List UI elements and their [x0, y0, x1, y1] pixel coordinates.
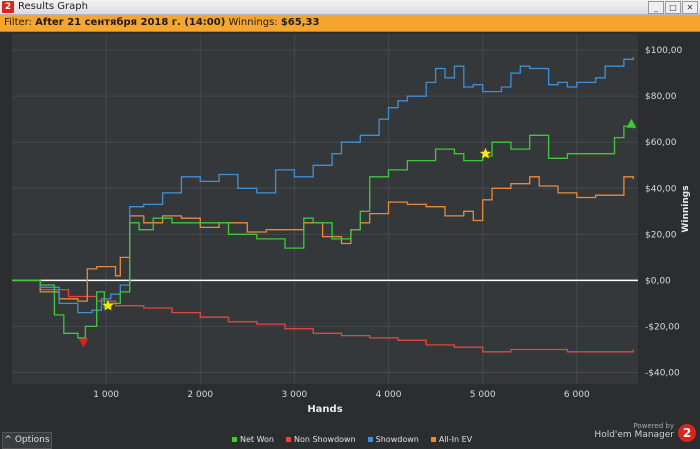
legend-swatch	[367, 437, 373, 442]
x-axis-title: Hands	[307, 404, 342, 415]
legend-swatch	[232, 437, 237, 442]
y-tick-label: $80,00	[645, 92, 677, 102]
x-tick-label: 1 000	[93, 390, 119, 400]
y-axis-title: Winnings	[681, 185, 691, 232]
x-tick-label: 5 000	[470, 390, 496, 400]
bottom-bar: ^ Options Net Won Non Showdown Showdown All…	[0, 418, 700, 449]
x-tick-label: 2 000	[187, 390, 213, 400]
holdem-manager-logo-icon: 2	[678, 424, 696, 442]
legend-label: Showdown	[375, 435, 419, 444]
y-tick-label: $40,00	[645, 184, 677, 194]
legend-swatch	[430, 437, 436, 442]
legend-label: Non Showdown	[294, 435, 356, 444]
powered-by-text: Powered by	[633, 422, 674, 430]
y-tick-label: $100,00	[645, 46, 682, 56]
x-tick-label: 3 000	[282, 390, 308, 400]
window-titlebar: 2 Results Graph _ □ ✕	[0, 0, 700, 15]
filter-summary: Filter: After 21 сентября 2018 г. (14:00…	[4, 15, 319, 31]
legend-item: Showdown	[367, 435, 419, 444]
legend-item: Non Showdown	[286, 435, 356, 444]
y-tick-label: $20,00	[645, 230, 677, 240]
filter-label: Filter:	[4, 17, 32, 28]
filter-bar: Filter: After 21 сентября 2018 г. (14:00…	[0, 15, 700, 32]
y-tick-label: -$20,00	[645, 322, 680, 332]
y-tick-label: $60,00	[645, 138, 677, 148]
minimize-button[interactable]: _	[648, 1, 664, 14]
options-button[interactable]: ^ Options	[2, 432, 52, 449]
legend-swatch	[286, 437, 291, 442]
y-tick-label: -$40,00	[645, 368, 680, 378]
results-chart[interactable]: 1 000 2 000 3 000 4 000 5 000 6 000 $100,00 $80…	[0, 32, 700, 418]
x-tick-label: 4 000	[376, 390, 402, 400]
chart-legend: Net Won Non Showdown Showdown All-In EV	[232, 435, 472, 444]
window-controls: _ □ ✕	[648, 1, 698, 14]
legend-label: All-In EV	[438, 435, 473, 444]
legend-item: All-In EV	[430, 435, 473, 444]
x-tick-label: 6 000	[564, 390, 590, 400]
app-logo-icon: 2	[2, 1, 14, 13]
winnings-label: Winnings:	[228, 17, 278, 28]
winnings-value: $65,33	[280, 17, 320, 28]
y-tick-label: $0,00	[645, 276, 671, 286]
powered-by-badge: Powered by Hold'em Manager	[594, 422, 674, 440]
results-chart-svg: 1 000 2 000 3 000 4 000 5 000 6 000 $100,00 $80…	[12, 34, 691, 415]
powered-by-product: Hold'em Manager	[594, 430, 674, 440]
maximize-button[interactable]: □	[665, 1, 681, 14]
close-button[interactable]: ✕	[682, 1, 698, 14]
legend-item: Net Won	[232, 435, 274, 444]
filter-value: After 21 сентября 2018 г. (14:00)	[35, 17, 226, 28]
legend-label: Net Won	[240, 435, 274, 444]
window-title: Results Graph	[18, 1, 88, 12]
